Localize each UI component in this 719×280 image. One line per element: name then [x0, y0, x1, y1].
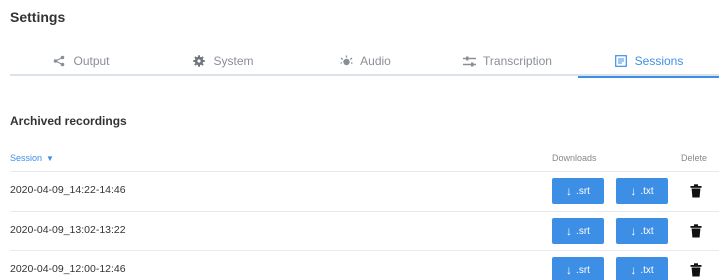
sort-caret-icon: ▼: [46, 154, 54, 163]
audio-icon: [339, 54, 353, 68]
downloads-column-header: Downloads: [552, 153, 597, 163]
download-arrow-icon: ↓: [566, 184, 573, 198]
download-arrow-icon: ↓: [630, 184, 637, 198]
page-title: Settings: [10, 9, 66, 25]
trash-icon[interactable]: [690, 263, 702, 277]
download-txt-button[interactable]: ↓ .txt: [616, 218, 668, 244]
share-icon: [52, 54, 66, 68]
download-srt-label: .srt: [576, 185, 590, 197]
tab-transcription[interactable]: Transcription: [436, 46, 578, 76]
tab-system[interactable]: System: [152, 46, 294, 76]
download-arrow-icon: ↓: [566, 224, 573, 238]
download-srt-label: .srt: [576, 225, 590, 237]
settings-tabs: Output System Audio Transcription Sessio…: [10, 46, 719, 78]
download-arrow-icon: ↓: [630, 224, 637, 238]
download-arrow-icon: ↓: [566, 263, 573, 277]
download-srt-button[interactable]: ↓ .srt: [552, 257, 604, 280]
gear-icon: [192, 54, 206, 68]
download-txt-label: .txt: [640, 185, 654, 197]
download-txt-label: .txt: [640, 225, 654, 237]
tab-transcription-label: Transcription: [483, 54, 552, 68]
section-title: Archived recordings: [10, 114, 127, 128]
download-arrow-icon: ↓: [630, 263, 637, 277]
session-name: 2020-04-09_13:02-13:22: [10, 224, 126, 236]
trash-icon[interactable]: [690, 224, 702, 238]
session-name: 2020-04-09_12:00-12:46: [10, 263, 126, 275]
download-txt-label: .txt: [640, 264, 654, 276]
tab-output[interactable]: Output: [10, 46, 152, 76]
table-row: 2020-04-09_14:22-14:46 ↓ .srt ↓ .txt: [10, 171, 719, 210]
tab-audio-label: Audio: [360, 54, 391, 68]
delete-column-header: Delete: [681, 153, 708, 163]
session-column-header[interactable]: Session ▼: [10, 153, 54, 163]
table-header: Session ▼ Downloads Delete: [10, 150, 719, 170]
download-srt-button[interactable]: ↓ .srt: [552, 218, 604, 244]
download-srt-label: .srt: [576, 264, 590, 276]
download-txt-button[interactable]: ↓ .txt: [616, 178, 668, 204]
tab-sessions-label: Sessions: [634, 54, 684, 68]
table-row: 2020-04-09_13:02-13:22 ↓ .srt ↓ .txt: [10, 211, 719, 250]
download-txt-button[interactable]: ↓ .txt: [616, 257, 668, 280]
session-name: 2020-04-09_14:22-14:46: [10, 184, 126, 196]
download-srt-button[interactable]: ↓ .srt: [552, 178, 604, 204]
session-header-label: Session: [10, 153, 43, 163]
list-icon: [614, 54, 628, 68]
trash-icon[interactable]: [690, 184, 702, 198]
tab-output-label: Output: [73, 54, 110, 68]
table-row: 2020-04-09_12:00-12:46 ↓ .srt ↓ .txt: [10, 250, 719, 280]
tab-sessions[interactable]: Sessions: [578, 46, 719, 78]
tab-audio[interactable]: Audio: [294, 46, 436, 76]
sliders-icon: [462, 54, 476, 68]
tab-system-label: System: [213, 54, 254, 68]
